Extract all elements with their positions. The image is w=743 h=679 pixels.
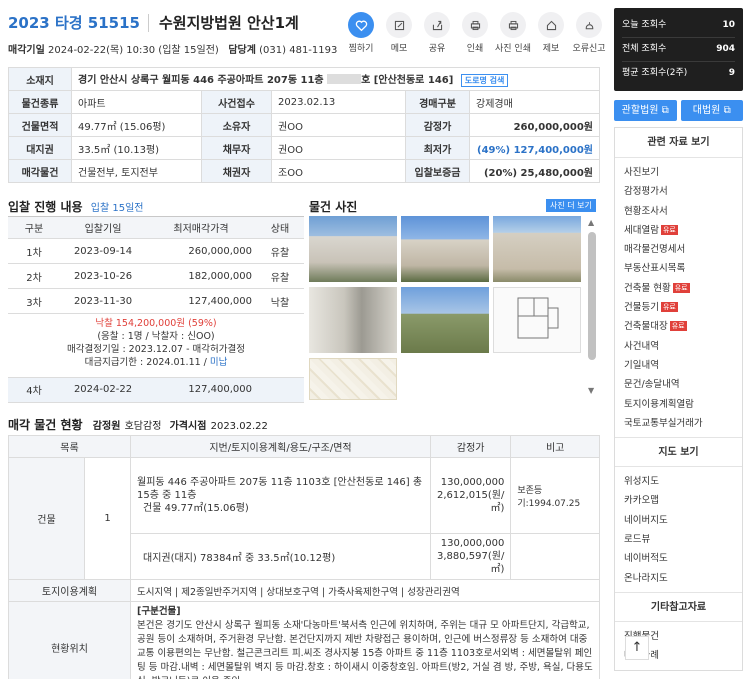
related-doc-link[interactable]: 국토교통부실거래가 <box>624 414 742 433</box>
paid-badge: 유료 <box>660 302 678 313</box>
related-doc-link[interactable]: 기일내역 <box>624 356 742 375</box>
paid-badge: 유료 <box>669 321 687 332</box>
arrow-up-icon: ↑ <box>631 640 643 655</box>
related-doc-link[interactable]: 건축물대장 유료 <box>624 317 742 336</box>
favorite-button[interactable]: 찜하기 <box>342 12 380 54</box>
case-header: 2023 타경 51515 수원지방법원 안산1계 <box>8 12 299 33</box>
masked-unit <box>327 74 362 84</box>
supreme-court-button[interactable]: 대법원 ⧉ <box>680 100 743 121</box>
road-search-button[interactable]: 도로명 검색 <box>460 74 509 87</box>
case-info-table: 소재지 경기 안산시 상록구 월피동 446 주공아파트 207동 11층 호 … <box>8 67 600 183</box>
bid-section-title: 입찰 진행 내용 입찰 15일전 <box>8 200 144 214</box>
photo-thumbnail[interactable] <box>401 287 489 353</box>
share-icon <box>432 20 442 30</box>
related-doc-link[interactable]: 매각물건명세서 <box>624 240 742 259</box>
report-button[interactable]: 제보 <box>532 12 570 54</box>
manager-label: 담당계 <box>228 45 256 56</box>
related-doc-link[interactable]: 감정평가서 <box>624 182 742 201</box>
action-bar: 찜하기 메모 공유 인쇄 사진 인쇄 제보 오류신고 <box>342 12 608 54</box>
related-doc-link[interactable]: 건축물 현황 유료 <box>624 279 742 298</box>
photo-thumbnail[interactable] <box>309 216 397 282</box>
related-docs-panel: 관련 자료 보기 사진보기 감정평가서 현황조사서 세대열람 유료 매각물건명세서 부동산표… <box>614 127 743 671</box>
related-doc-link[interactable]: 세대열람 유료 <box>624 221 742 240</box>
map-link[interactable]: 네이버지도 <box>624 511 742 530</box>
scroll-top-button[interactable]: ↑ <box>625 636 649 660</box>
photo-grid <box>309 216 585 400</box>
related-doc-link[interactable]: 문건/송달내역 <box>624 375 742 394</box>
heart-icon <box>355 20 367 31</box>
paid-badge: 유료 <box>660 224 678 235</box>
map-link[interactable]: 네이버적도 <box>624 549 742 568</box>
goods-section-title: 매각 물건 현황 감정원 호담감정 가격시점 2023.02.22 <box>8 418 268 432</box>
main-content: 2023 타경 51515 수원지방법원 안산1계 매각기일 2024-02-22… <box>0 0 608 679</box>
more-photos-button[interactable]: 사진 더 보기 <box>546 199 596 212</box>
manager-phone: (031) 481-1193 <box>259 45 338 56</box>
table-row: 2차 2023-10-26 182,000,000 유찰 <box>8 263 304 289</box>
address-cell: 경기 안산시 상록구 월피동 446 주공아파트 207동 11층 호 [안산천… <box>71 67 600 91</box>
table-row: 현황위치 [구분건물] 본건은 경기도 안산시 상록구 월피동 소재'다농마트'… <box>8 601 600 679</box>
memo-icon <box>394 20 404 30</box>
related-doc-link[interactable]: 사진보기 <box>624 163 742 182</box>
error-report-button[interactable]: 오류신고 <box>570 12 608 54</box>
memo-button[interactable]: 메모 <box>380 12 418 54</box>
related-doc-link[interactable]: 부동산표시목록 <box>624 259 742 278</box>
map-link[interactable]: 위성지도 <box>624 472 742 491</box>
error-icon <box>585 21 593 29</box>
map-link[interactable]: 카카오맵 <box>624 491 742 510</box>
table-row: 3차 2023-11-30 127,400,000 낙찰 <box>8 288 304 314</box>
goods-table: 목록 지번/토지이용계획/용도/구조/면적 감정가 비고 건물 1 월피동 44… <box>8 435 600 679</box>
print-icon <box>470 20 480 30</box>
bid-table: 구분 입찰기일 최저매각가격 상태 1차 2023-09-14 260,000,… <box>8 216 304 314</box>
scroll-up-icon[interactable]: ▲ <box>588 218 594 227</box>
map-link[interactable]: 로드뷰 <box>624 530 742 549</box>
paid-badge: 유료 <box>672 282 690 293</box>
bid-days: 입찰 15일전 <box>90 203 144 214</box>
share-button[interactable]: 공유 <box>418 12 456 54</box>
print-button[interactable]: 인쇄 <box>456 12 494 54</box>
external-link-icon: ⧉ <box>661 105 669 116</box>
related-doc-link[interactable]: 현황조사서 <box>624 202 742 221</box>
case-number: 2023 타경 51515 <box>8 14 140 32</box>
related-doc-link[interactable]: 건물등기 유료 <box>624 298 742 317</box>
sidebar: 오늘 조회수 10 전체 조회수 904 평균 조회수(2주) 9 관할법원 ⧉ 대법… <box>614 8 743 671</box>
external-link-icon: ⧉ <box>723 105 731 116</box>
photo-print-icon <box>508 20 518 30</box>
table-row: 토지이용계획 도시지역 | 제2종일반주거지역 | 상대보호구역 | 가축사육제… <box>8 579 600 602</box>
bid-result: 낙찰 154,200,000원 (59%) (응찰 : 1명 / 낙찰자 : 신… <box>8 312 304 378</box>
photo-print-button[interactable]: 사진 인쇄 <box>494 12 532 54</box>
jurisdiction-court-button[interactable]: 관할법원 ⧉ <box>614 100 677 121</box>
photo-thumbnail[interactable] <box>309 287 397 353</box>
sale-date-label: 매각기일 <box>8 45 45 56</box>
photo-scrollbar[interactable]: ▲ ▼ <box>586 216 598 400</box>
photo-thumbnail[interactable] <box>401 216 489 282</box>
related-doc-link[interactable]: 토지이용계획열람 <box>624 395 742 414</box>
report-icon <box>546 20 556 30</box>
map-thumbnail[interactable] <box>309 358 397 400</box>
table-row: 건물 1 월피동 446 주공아파트 207동 11층 1103호 [안산천동로… <box>8 457 600 580</box>
bid-current-row: 4차 2024-02-22 127,400,000 <box>8 378 304 403</box>
court-name: 수원지방법원 안산1계 <box>147 14 299 32</box>
floor-plan-thumbnail[interactable] <box>493 287 581 353</box>
scroll-down-icon[interactable]: ▼ <box>588 386 594 395</box>
related-doc-link[interactable]: 사건내역 <box>624 337 742 356</box>
photo-section-title: 물건 사진 <box>309 200 358 214</box>
table-row: 1차 2023-09-14 260,000,000 유찰 <box>8 238 304 264</box>
photo-thumbnail[interactable] <box>493 216 581 282</box>
unpaid-link[interactable]: 미납 <box>210 357 227 368</box>
view-stats: 오늘 조회수 10 전체 조회수 904 평균 조회수(2주) 9 <box>614 8 743 91</box>
sale-date: 2024-02-22(목) 10:30 (입찰 15일전) <box>48 45 219 56</box>
map-link[interactable]: 온나라지도 <box>624 569 742 588</box>
case-subinfo: 매각기일 2024-02-22(목) 10:30 (입찰 15일전) 담당계 (… <box>8 41 337 56</box>
floor-plan-icon <box>517 297 559 339</box>
